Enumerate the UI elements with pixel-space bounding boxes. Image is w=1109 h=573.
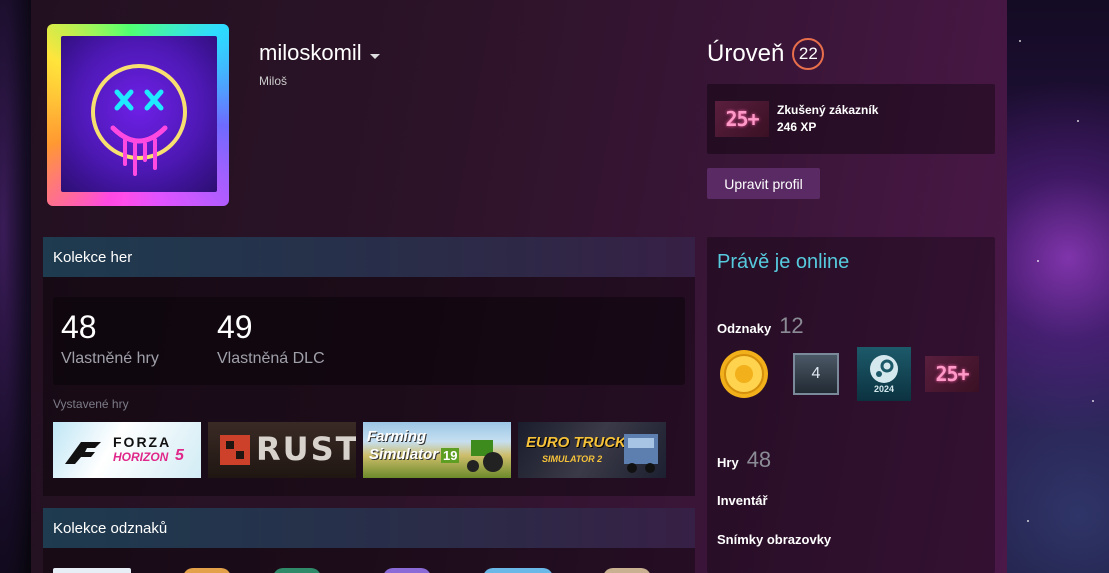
background-space-right [1007,0,1109,573]
rust-logo-icon [220,435,250,465]
star [1019,40,1021,42]
star [1077,120,1079,122]
featured-badge-title: Zkušený zákazník [777,103,879,117]
steam-2024-text: 2024 [873,384,895,394]
screenshots-link[interactable]: Snímky obrazovky [717,532,831,547]
real-name: Miloš [259,74,288,88]
star [1037,260,1039,262]
persona-name-dropdown[interactable]: miloskomil [259,40,380,66]
steam-icon [870,355,898,383]
game-collection-title: Kolekce her [43,237,695,277]
badge-icon[interactable] [603,568,651,573]
farm-logo-bottom: Simulator [369,446,439,463]
badge-collection-showcase: Kolekce odznaků [43,508,695,573]
owned-dlc-stat[interactable]: 49 Vlastněná DLC [217,309,325,368]
badge-icon[interactable] [383,568,431,573]
ets-logo-bottom: SIMULATOR 2 [542,454,603,464]
background-space-left [0,0,31,573]
level-label: Úroveň [707,40,785,67]
truck-icon [624,434,658,473]
inventory-link[interactable]: Inventář [717,493,768,508]
years-of-service-badge[interactable]: 4 [789,347,843,401]
steam-2024-badge[interactable]: 2024 [857,347,911,401]
badges-link[interactable]: Odznaky 12 [717,313,804,339]
online-status: Právě je online [717,251,850,273]
games-count: 48 [746,447,772,472]
chevron-down-icon [369,53,380,59]
badges-count: 12 [779,313,804,338]
game-farming-simulator-19[interactable]: Farming Simulator 19 [363,422,511,478]
game-stats: 48 Vlastněné hry 49 Vlastněná DLC [53,297,685,385]
owned-games-stat[interactable]: 48 Vlastněné hry [61,309,159,368]
badge-icon[interactable] [483,568,553,573]
edit-profile-button[interactable]: Upravit profil [707,168,820,199]
owned-dlc-label: Vlastněná DLC [217,350,325,367]
ets-logo-top: EURO TRUCK [526,434,626,451]
smiley-avatar-icon [91,64,187,176]
tractor-icon [467,440,503,472]
star [1027,520,1029,522]
persona-name: miloskomil [259,40,362,65]
customer-25-badge-icon: 25+ [715,101,769,137]
game-collection-showcase: Kolekce her 48 Vlastněné hry 49 Vlastněn… [43,237,695,496]
level-row: Úroveň 22 [707,38,825,70]
badge-icon[interactable] [53,568,131,573]
level-badge[interactable]: 22 [792,38,825,70]
profile-page: miloskomil Miloš Úroveň 22 25+ Zkušený z… [31,0,1007,573]
owned-dlc-count: 49 [217,309,253,345]
game-rust[interactable]: RUST [208,422,356,478]
badges-label: Odznaky [717,321,772,336]
customer-25-icon: 25+ [925,356,979,392]
farm-logo-num: 19 [441,448,460,463]
owned-games-label: Vlastněné hry [61,350,159,367]
featured-badge-xp: 246 XP [777,120,817,134]
screenshots-label: Snímky obrazovky [717,532,832,547]
featured-badge-panel[interactable]: 25+ Zkušený zákazník 246 XP [707,84,995,154]
star [1092,400,1094,402]
games-link[interactable]: Hry 48 [717,447,771,473]
owned-games-count: 48 [61,309,97,345]
featured-games-label: Vystavené hry [53,397,129,411]
profile-sidebar: Právě je online Odznaky 12 4 2024 25+ Hr… [707,237,995,573]
customer-25-badge[interactable]: 25+ [925,347,979,401]
rust-logo-text: RUST [256,430,356,468]
forza-logo-top: FORZA [113,434,172,450]
badge-collection-title: Kolekce odznaků [43,508,695,548]
avatar [61,36,217,192]
badge-icon[interactable] [273,568,321,573]
forza-logo-num: 5 [175,447,184,464]
farm-logo-top: Farming [367,428,427,445]
game-euro-truck-simulator-2[interactable]: EURO TRUCK SIMULATOR 2 [518,422,666,478]
forza-logo-bottom: HORIZON [113,450,169,464]
gold-coin-icon[interactable] [717,347,771,401]
years-of-service-icon: 4 [793,353,839,395]
inventory-label: Inventář [717,493,768,508]
avatar-frame[interactable] [47,24,229,206]
game-forza-horizon-5[interactable]: FORZA HORIZON 5 [53,422,201,478]
badge-icon[interactable] [183,568,231,573]
games-label: Hry [717,455,739,470]
